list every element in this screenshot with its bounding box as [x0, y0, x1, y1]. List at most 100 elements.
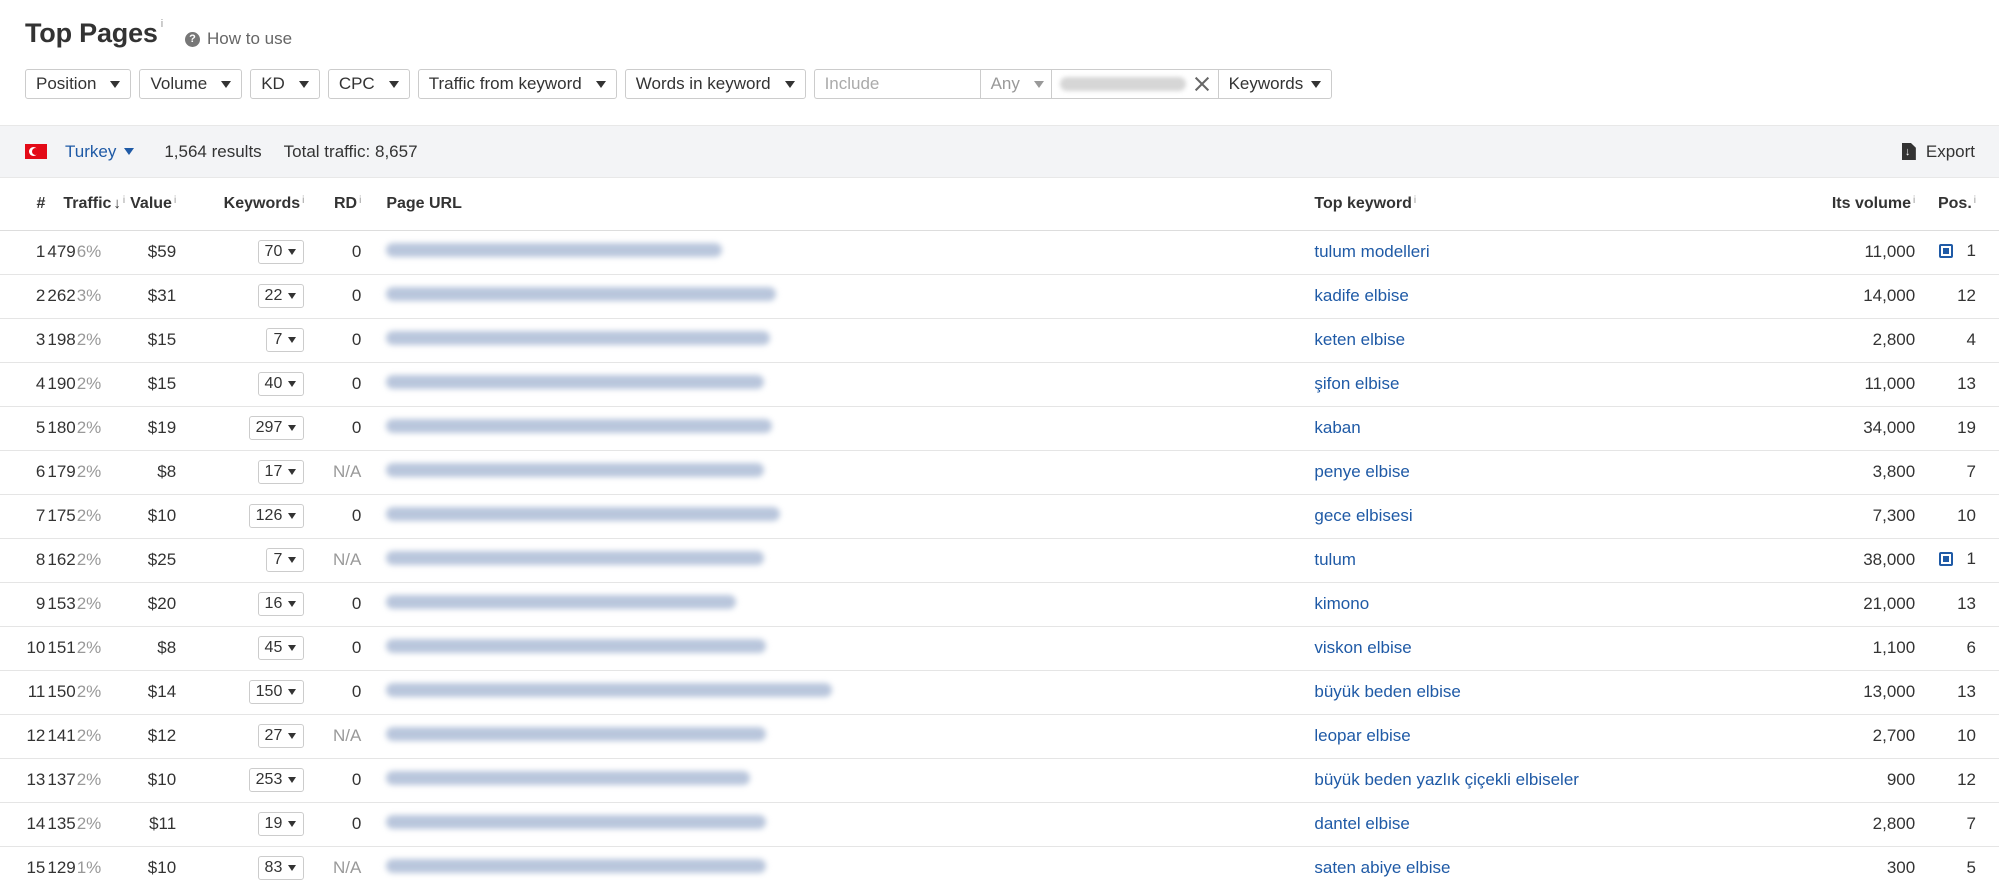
keywords-dropdown[interactable]: 297 — [248, 416, 305, 440]
top-keyword-link[interactable]: kimono — [1314, 594, 1369, 613]
any-select[interactable]: Any — [979, 69, 1052, 99]
row-page-url[interactable] — [363, 802, 1315, 847]
top-keyword-link[interactable]: gece elbisesi — [1314, 506, 1412, 525]
top-keyword-link[interactable]: keten elbise — [1314, 330, 1405, 349]
keywords-dropdown[interactable]: 126 — [248, 504, 305, 528]
row-page-url[interactable] — [363, 450, 1315, 495]
serp-feature-image-icon[interactable] — [1938, 244, 1953, 258]
include-input[interactable] — [813, 69, 981, 99]
top-keyword-link[interactable]: büyük beden yazlık çiçekli elbiseler — [1314, 770, 1579, 789]
col-header-its-volume-label: Its volume — [1831, 194, 1911, 212]
position-wrap: 1 — [1938, 241, 1976, 261]
keywords-dropdown[interactable]: 253 — [248, 768, 305, 792]
keywords-dropdown[interactable]: 70 — [257, 240, 305, 264]
keywords-dropdown[interactable]: 27 — [257, 724, 305, 748]
keywords-dropdown[interactable]: 16 — [257, 592, 305, 616]
row-page-url[interactable] — [363, 626, 1315, 671]
row-page-url[interactable] — [363, 318, 1315, 363]
top-keyword-link[interactable]: kadife elbise — [1314, 286, 1409, 305]
top-keyword-link[interactable]: saten abiye elbise — [1314, 858, 1450, 877]
blurred-url[interactable] — [386, 683, 833, 697]
col-header-pos[interactable]: Pos. i — [1925, 178, 1999, 231]
keywords-dropdown[interactable]: 150 — [248, 680, 305, 704]
top-keyword-link[interactable]: şifon elbise — [1314, 374, 1399, 393]
col-header-traffic[interactable]: Traffic ↓ i — [47, 178, 125, 231]
info-icon[interactable]: i — [1414, 195, 1416, 206]
blurred-url[interactable] — [386, 463, 765, 477]
top-keyword-link[interactable]: penye elbise — [1314, 462, 1409, 481]
export-button[interactable]: Export — [1901, 142, 1975, 162]
blurred-url[interactable] — [386, 727, 767, 741]
top-keyword-link[interactable]: büyük beden elbise — [1314, 682, 1461, 701]
top-keyword-link[interactable]: tulum — [1314, 550, 1356, 569]
close-icon[interactable] — [1194, 76, 1210, 92]
row-page-url[interactable] — [363, 714, 1315, 759]
keywords-dropdown[interactable]: 7 — [266, 548, 305, 572]
blurred-url[interactable] — [386, 639, 767, 653]
volume-filter-button[interactable]: Volume — [139, 69, 243, 99]
blurred-url[interactable] — [386, 507, 781, 521]
keywords-dropdown[interactable]: 7 — [266, 328, 305, 352]
serp-feature-image-icon[interactable] — [1938, 552, 1953, 566]
top-keyword-link[interactable]: leopar elbise — [1314, 726, 1410, 745]
words-in-keyword-filter-button[interactable]: Words in keyword — [624, 69, 806, 99]
blurred-url[interactable] — [386, 859, 767, 873]
kd-filter-button[interactable]: KD — [250, 69, 320, 99]
info-icon[interactable]: i — [302, 195, 304, 206]
blurred-url[interactable] — [386, 331, 771, 345]
blurred-url[interactable] — [386, 287, 777, 301]
keywords-scope-button[interactable]: Keywords — [1217, 69, 1333, 99]
row-page-url[interactable] — [363, 846, 1315, 889]
row-page-url[interactable] — [363, 494, 1315, 539]
info-icon[interactable]: i — [1974, 195, 1976, 206]
col-header-rd[interactable]: RD i — [304, 178, 364, 231]
info-icon[interactable]: i — [174, 195, 176, 206]
traffic-from-keyword-filter-button[interactable]: Traffic from keyword — [417, 69, 617, 99]
row-page-url[interactable] — [363, 406, 1315, 451]
keywords-scope-label: Keywords — [1228, 74, 1304, 93]
row-page-url[interactable] — [363, 670, 1315, 715]
blurred-url[interactable] — [386, 551, 765, 565]
row-value: $8 — [105, 626, 183, 671]
col-header-its-volume[interactable]: Its volume i — [1714, 178, 1926, 231]
blurred-url[interactable] — [386, 419, 773, 433]
row-position: 4 — [1966, 330, 1976, 349]
position-wrap: 7 — [1967, 814, 1976, 834]
top-keyword-link[interactable]: kaban — [1314, 418, 1360, 437]
total-traffic: Total traffic: 8,657 — [283, 141, 418, 161]
row-its-volume: 38,000 — [1714, 538, 1926, 583]
info-icon[interactable]: i — [123, 195, 125, 206]
row-page-url[interactable] — [363, 362, 1315, 407]
top-keyword-link[interactable]: viskon elbise — [1314, 638, 1411, 657]
top-keyword-link[interactable]: tulum modelleri — [1314, 242, 1429, 261]
row-traffic-percent: 2% — [76, 538, 106, 583]
blurred-url[interactable] — [386, 771, 751, 785]
country-selector[interactable]: Turkey — [25, 142, 135, 162]
blurred-url[interactable] — [386, 595, 737, 609]
col-header-keywords[interactable]: Keywords i — [182, 178, 305, 231]
how-to-use-link[interactable]: ? How to use — [184, 29, 293, 49]
row-page-url[interactable] — [363, 538, 1315, 583]
cpc-filter-button[interactable]: CPC — [327, 69, 410, 99]
row-page-url[interactable] — [363, 274, 1315, 319]
row-page-url[interactable] — [363, 758, 1315, 803]
keywords-dropdown[interactable]: 40 — [257, 372, 305, 396]
position-filter-button[interactable]: Position — [25, 69, 132, 99]
col-header-top-keyword[interactable]: Top keyword i — [1314, 178, 1715, 231]
how-to-use-label: How to use — [206, 29, 293, 48]
row-page-url[interactable] — [363, 582, 1315, 627]
blurred-url[interactable] — [386, 375, 765, 389]
keywords-dropdown[interactable]: 17 — [257, 460, 305, 484]
keywords-dropdown[interactable]: 83 — [257, 856, 305, 880]
keywords-dropdown[interactable]: 22 — [257, 284, 305, 308]
title-info-icon[interactable]: i — [161, 18, 163, 30]
blurred-url[interactable] — [386, 243, 723, 257]
blurred-url[interactable] — [386, 815, 767, 829]
keywords-dropdown[interactable]: 19 — [257, 812, 305, 836]
keywords-dropdown[interactable]: 45 — [257, 636, 305, 660]
info-icon[interactable]: i — [359, 195, 361, 206]
row-page-url[interactable] — [363, 230, 1315, 275]
top-keyword-link[interactable]: dantel elbise — [1314, 814, 1409, 833]
info-icon[interactable]: i — [1913, 195, 1915, 206]
row-traffic: 162 — [47, 538, 77, 583]
